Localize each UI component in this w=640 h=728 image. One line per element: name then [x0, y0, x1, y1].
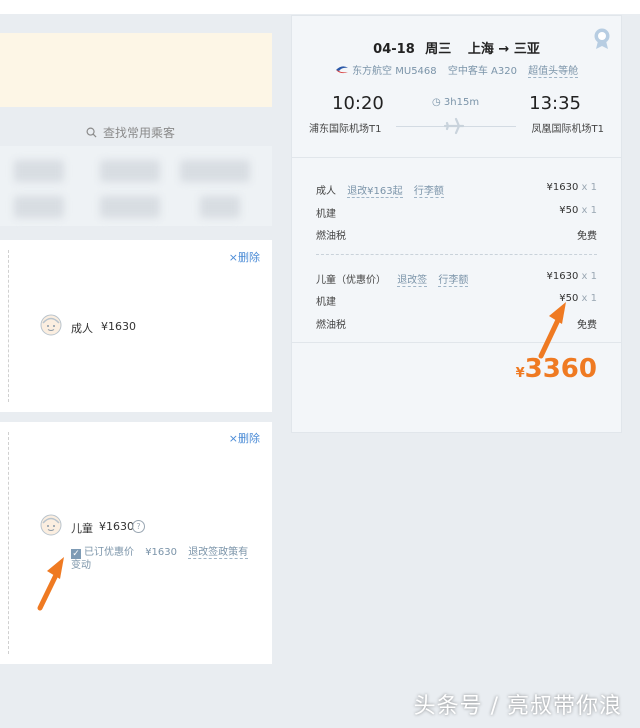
watermark-text: 头条号 / 亮叔带你浪 [413, 694, 622, 719]
arrow-icon [37, 557, 64, 611]
arrow-icon [538, 302, 566, 359]
annotation-arrows [37, 302, 566, 611]
